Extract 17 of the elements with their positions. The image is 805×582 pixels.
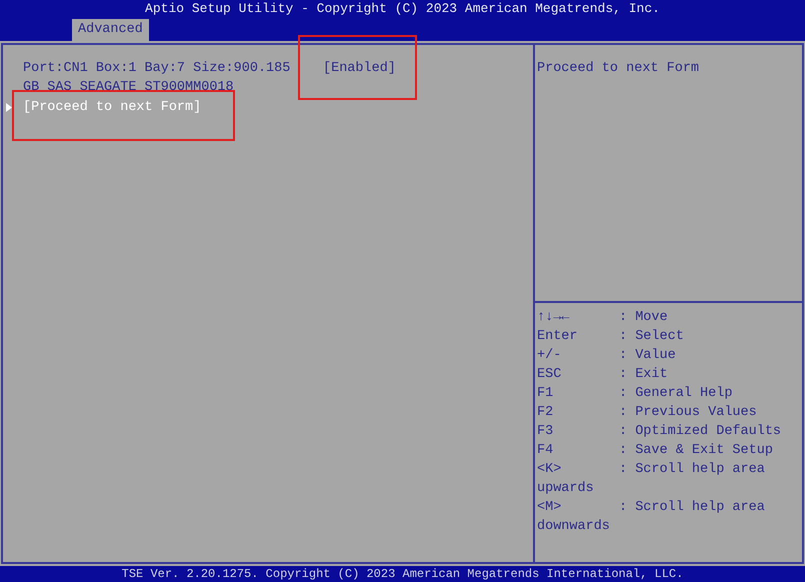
- key-hint: F4 : Save & Exit Setup: [537, 442, 774, 460]
- key-hint: F2 : Previous Values: [537, 404, 758, 422]
- key-hint: Enter : Select: [537, 328, 685, 346]
- footer-text: TSE Ver. 2.20.1275. Copyright (C) 2023 American Megatrends International, LLC.: [122, 568, 684, 580]
- key-hint: +/- : Value: [537, 347, 677, 365]
- setup-option[interactable]: Port:CN1 Box:1 Bay:7 Size:900.185 GB SAS SEAGATE ST900MM0018: [23, 59, 305, 97]
- setup-option[interactable]: [Proceed to next Form]: [23, 98, 305, 117]
- window-title: Aptio Setup Utility - Copyright (C) 2023 American Megatrends, Inc.: [145, 2, 660, 15]
- key-hint: ↑↓→← : Move: [537, 309, 669, 327]
- key-hint: <K> : Scroll help area upwards: [537, 461, 766, 498]
- option-value[interactable]: [Enabled]: [323, 59, 396, 78]
- key-hint: ESC : Exit: [537, 366, 669, 384]
- key-hint: F3 : Optimized Defaults: [537, 423, 782, 441]
- menu-tab[interactable]: Advanced: [72, 19, 149, 41]
- key-hint: F1 : General Help: [537, 385, 734, 403]
- key-hint: <M> : Scroll help area downwards: [537, 499, 766, 536]
- help-text: Proceed to next Form: [537, 61, 700, 76]
